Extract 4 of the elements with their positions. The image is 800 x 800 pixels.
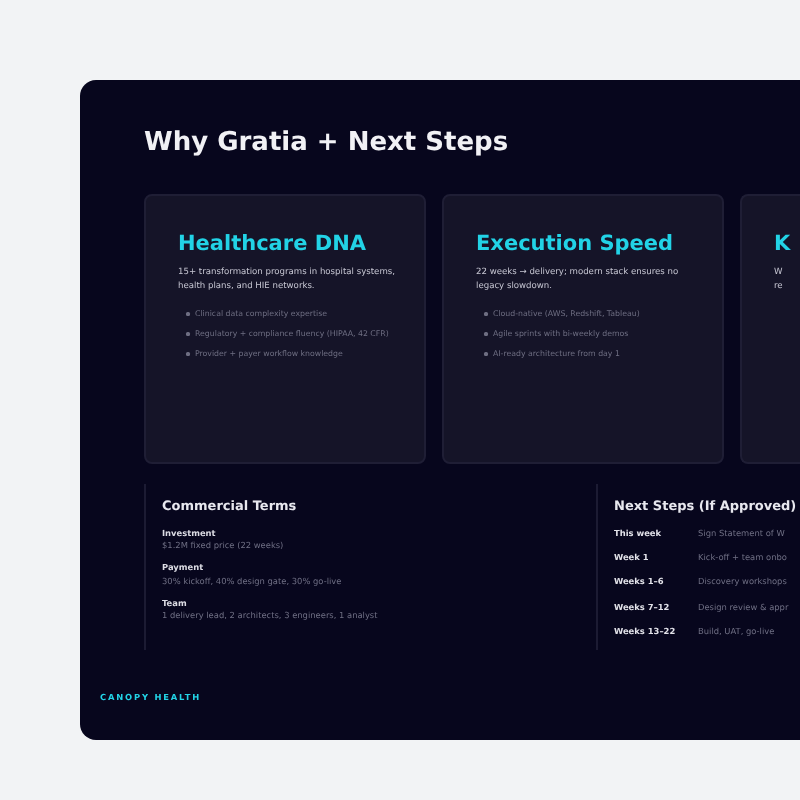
card-title: K — [774, 231, 792, 257]
card-title: Healthcare DNA — [178, 231, 368, 257]
card-title: Execution Speed — [476, 231, 676, 257]
slide-title: Why Gratia + Next Steps — [144, 128, 511, 162]
